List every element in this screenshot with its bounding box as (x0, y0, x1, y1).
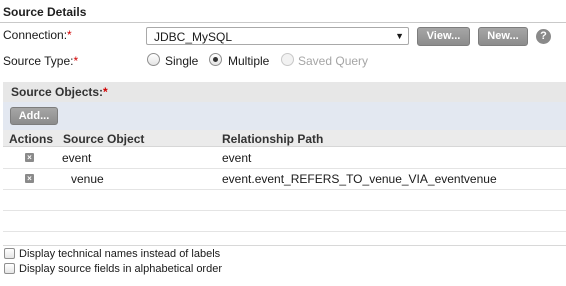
column-header-relationship-path: Relationship Path (222, 132, 324, 146)
table-row: × event event (3, 148, 566, 169)
radio-single-label[interactable]: Single (165, 54, 198, 68)
connection-label: Connection:* (3, 28, 72, 42)
delete-icon[interactable]: × (25, 174, 34, 183)
radio-multiple-label[interactable]: Multiple (228, 54, 269, 68)
relationship-path-cell: event.event_REFERS_TO_venue_VIA_eventven… (222, 172, 497, 186)
source-object-cell: venue (71, 172, 104, 186)
section-title: Source Details (3, 5, 87, 19)
alphabetical-order-label[interactable]: Display source fields in alphabetical or… (19, 263, 222, 275)
new-connection-button[interactable]: New... (478, 27, 528, 46)
table-row: × venue event.event_REFERS_TO_venue_VIA_… (3, 169, 566, 190)
section-divider (0, 22, 566, 23)
add-source-object-button[interactable]: Add... (10, 107, 58, 125)
source-objects-grid-header: Actions Source Object Relationship Path (3, 130, 566, 147)
radio-saved-query-label: Saved Query (298, 54, 369, 68)
radio-multiple[interactable] (209, 53, 222, 66)
table-row-empty (3, 190, 566, 211)
table-row-empty (3, 211, 566, 232)
delete-icon[interactable]: × (25, 153, 34, 162)
source-objects-header: Source Objects:* (3, 82, 566, 102)
source-object-cell: event (62, 151, 92, 165)
source-objects-title: Source Objects:* (11, 85, 108, 99)
radio-saved-query (281, 53, 294, 66)
column-header-actions: Actions (9, 132, 54, 146)
chevron-down-icon: ▼ (395, 31, 404, 41)
source-type-label: Source Type:* (3, 54, 79, 68)
connection-select[interactable]: JDBC_MySQL ▼ (146, 27, 409, 45)
source-objects-toolbar: Add... (3, 102, 566, 130)
alphabetical-order-checkbox[interactable] (4, 263, 15, 274)
relationship-path-cell: event (222, 151, 252, 165)
connection-selected-value: JDBC_MySQL (154, 30, 233, 44)
view-connection-button[interactable]: View... (417, 27, 470, 46)
technical-names-checkbox[interactable] (4, 248, 15, 259)
help-icon[interactable]: ? (536, 29, 551, 44)
radio-single[interactable] (147, 53, 160, 66)
grid-bottom-divider (3, 245, 566, 246)
column-header-source-object: Source Object (63, 132, 145, 146)
technical-names-label[interactable]: Display technical names instead of label… (19, 248, 220, 260)
